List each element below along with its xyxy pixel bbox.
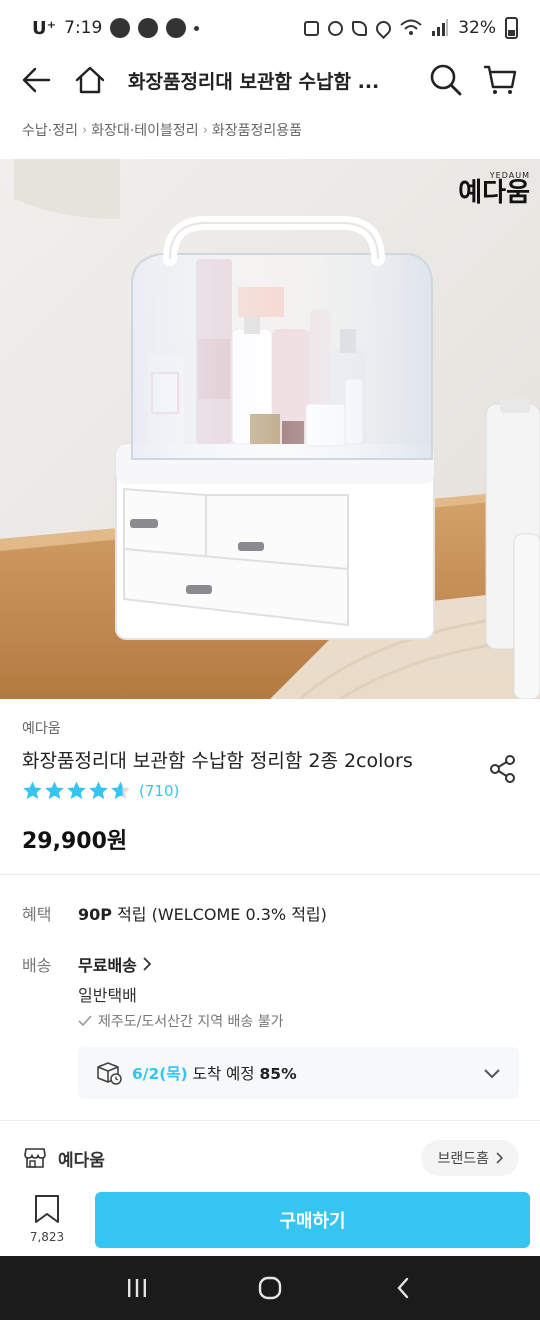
star-icon	[89, 781, 108, 799]
store-name[interactable]: 예다움	[58, 1146, 105, 1171]
back-button[interactable]	[10, 56, 62, 104]
brand-home-label: 브랜드홈	[437, 1151, 489, 1167]
location-icon	[373, 17, 395, 39]
benefit-points: 90P	[78, 905, 112, 924]
buy-button[interactable]: 구매하기	[95, 1192, 530, 1248]
brand-home-button[interactable]: 브랜드홈	[421, 1140, 519, 1176]
shipping-note-text: 제주도/도서산간 지역 배송 불가	[98, 1014, 284, 1030]
battery-icon	[505, 17, 518, 39]
talk-notification-icon	[110, 18, 131, 38]
store-row: 예다움 브랜드홈	[22, 1138, 519, 1178]
hand-notification-icon	[166, 18, 187, 38]
breadcrumb: 수납·정리 › 화장대·테이블정리 › 화장품정리용품	[22, 120, 302, 140]
home-button[interactable]	[64, 56, 116, 104]
eta-label: 도착 예정	[187, 1065, 260, 1083]
shipping-type: 일반택배	[78, 986, 137, 1005]
mute-icon	[352, 20, 368, 36]
logo-text: 예다움	[458, 178, 530, 208]
eta-percent: 85%	[259, 1065, 297, 1083]
search-button[interactable]	[420, 56, 472, 104]
star-icon	[45, 781, 64, 799]
eta-date: 6/2(목)	[132, 1065, 188, 1083]
home-circle-icon	[258, 1276, 282, 1300]
chevron-right-icon: ›	[81, 122, 88, 138]
store-icon	[24, 1148, 46, 1168]
chevron-down-icon	[484, 1069, 500, 1079]
more-notifications-icon	[194, 25, 200, 31]
price: 29,900원	[22, 829, 128, 854]
time-label: 7:19	[64, 18, 103, 38]
carrier-label: U⁺	[32, 17, 57, 39]
shipping-note: 제주도/도서산간 지역 배송 불가	[78, 1011, 284, 1031]
shipping-title-link[interactable]: 무료배송	[78, 952, 153, 976]
product-title: 화장품정리대 보관함 수납함 정리함 2종 2colors	[22, 750, 413, 772]
back-chevron-icon	[397, 1277, 409, 1299]
rating-stars	[22, 780, 131, 801]
chevron-right-icon: ›	[202, 122, 208, 138]
benefit-text: 적립 (WELCOME 0.3% 적립)	[112, 905, 327, 924]
home-nav-button[interactable]	[240, 1264, 300, 1312]
star-icon	[67, 781, 86, 799]
brand-link[interactable]: 예다움	[22, 718, 61, 738]
arrow-left-icon	[22, 67, 51, 93]
recent-apps-icon	[127, 1279, 146, 1297]
system-nav-bar	[0, 1256, 540, 1320]
back-nav-button[interactable]	[373, 1264, 433, 1312]
bookmark-icon	[35, 1195, 59, 1223]
chevron-right-icon	[496, 1152, 504, 1164]
review-count[interactable]: (710)	[139, 782, 179, 800]
wifi-icon	[400, 19, 422, 35]
section-divider	[0, 1120, 540, 1121]
share-button[interactable]	[486, 752, 520, 786]
breadcrumb-item-vanity[interactable]: 화장대·테이블정리	[91, 120, 199, 140]
breadcrumb-item-storage[interactable]: 수납·정리	[22, 120, 78, 140]
star-icon	[111, 781, 130, 799]
delivery-eta-dropdown[interactable]: 6/2(목) 도착 예정 85%	[78, 1047, 519, 1099]
share-icon	[490, 755, 515, 783]
brand-logo: YEDAUM 예다움	[458, 171, 530, 206]
recent-apps-button[interactable]	[107, 1264, 167, 1312]
app-header: 화장품정리대 보관함 수납함 ...	[0, 56, 540, 104]
signal-icon	[432, 19, 449, 36]
delivery-box-icon	[97, 1062, 122, 1085]
battery-percent: 32%	[458, 18, 496, 38]
app-notification-icon	[138, 18, 159, 38]
screenshot-icon	[304, 20, 320, 36]
rating-row[interactable]: (710)	[22, 780, 179, 801]
product-photo	[0, 159, 540, 699]
bookmark-button[interactable]: 7,823	[22, 1194, 72, 1244]
section-divider	[0, 874, 540, 875]
page-title: 화장품정리대 보관함 수납함 ...	[128, 70, 380, 93]
eta-text: 6/2(목) 도착 예정 85%	[132, 1062, 297, 1084]
bookmark-count: 7,823	[29, 1230, 65, 1244]
status-bar: U⁺ 7:19 32%	[0, 0, 540, 56]
home-icon	[75, 66, 105, 94]
alarm-icon	[328, 20, 344, 36]
chevron-right-icon	[143, 957, 152, 971]
bottom-action-bar: 7,823 구매하기	[0, 1182, 540, 1256]
star-icon	[23, 781, 42, 799]
shipping-label: 배송	[22, 956, 52, 975]
benefit-label: 혜택	[22, 905, 52, 924]
cart-button[interactable]	[474, 56, 526, 104]
search-icon	[430, 64, 462, 96]
product-image[interactable]: YEDAUM 예다움	[0, 159, 540, 699]
benefit-value: 90P 적립 (WELCOME 0.3% 적립)	[78, 901, 327, 925]
shipping-title: 무료배송	[78, 956, 137, 975]
cart-icon	[483, 65, 517, 94]
check-icon	[78, 1015, 92, 1027]
breadcrumb-item-cosmetics[interactable]: 화장품정리용품	[212, 120, 302, 140]
